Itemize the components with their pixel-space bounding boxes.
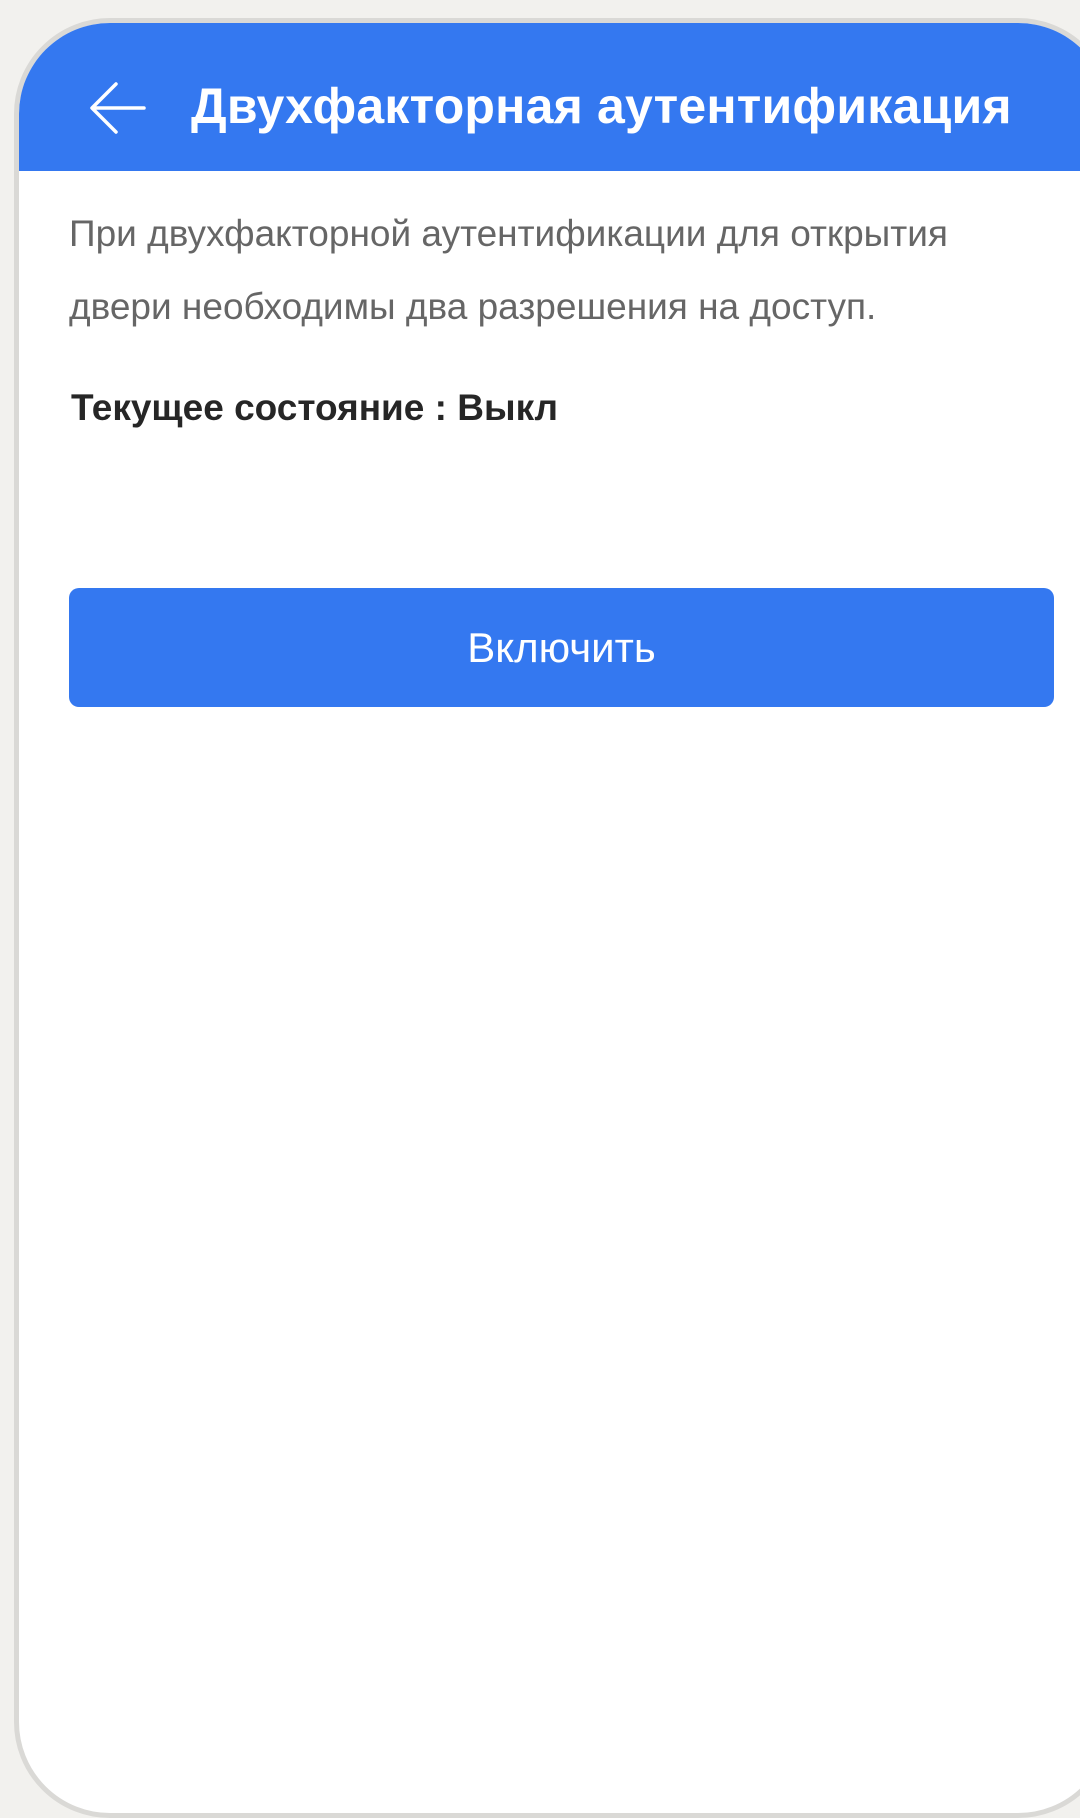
app-header: Двухфакторная аутентификация [19,23,1080,171]
phone-screen: Двухфакторная аутентификация При двухфак… [14,18,1080,1818]
status-value: Выкл [457,387,559,428]
status-label: Текущее состояние [71,387,425,428]
enable-button-label: Включить [467,623,656,671]
current-status: Текущее состояние : Выкл [71,387,558,429]
description-text: При двухфакторной аутентификации для отк… [69,213,948,327]
page-title: Двухфакторная аутентификация [191,78,1012,134]
arrow-left-icon [90,82,146,134]
status-separator: : [424,387,458,428]
enable-button[interactable]: Включить [69,588,1054,707]
back-button[interactable] [83,73,153,143]
